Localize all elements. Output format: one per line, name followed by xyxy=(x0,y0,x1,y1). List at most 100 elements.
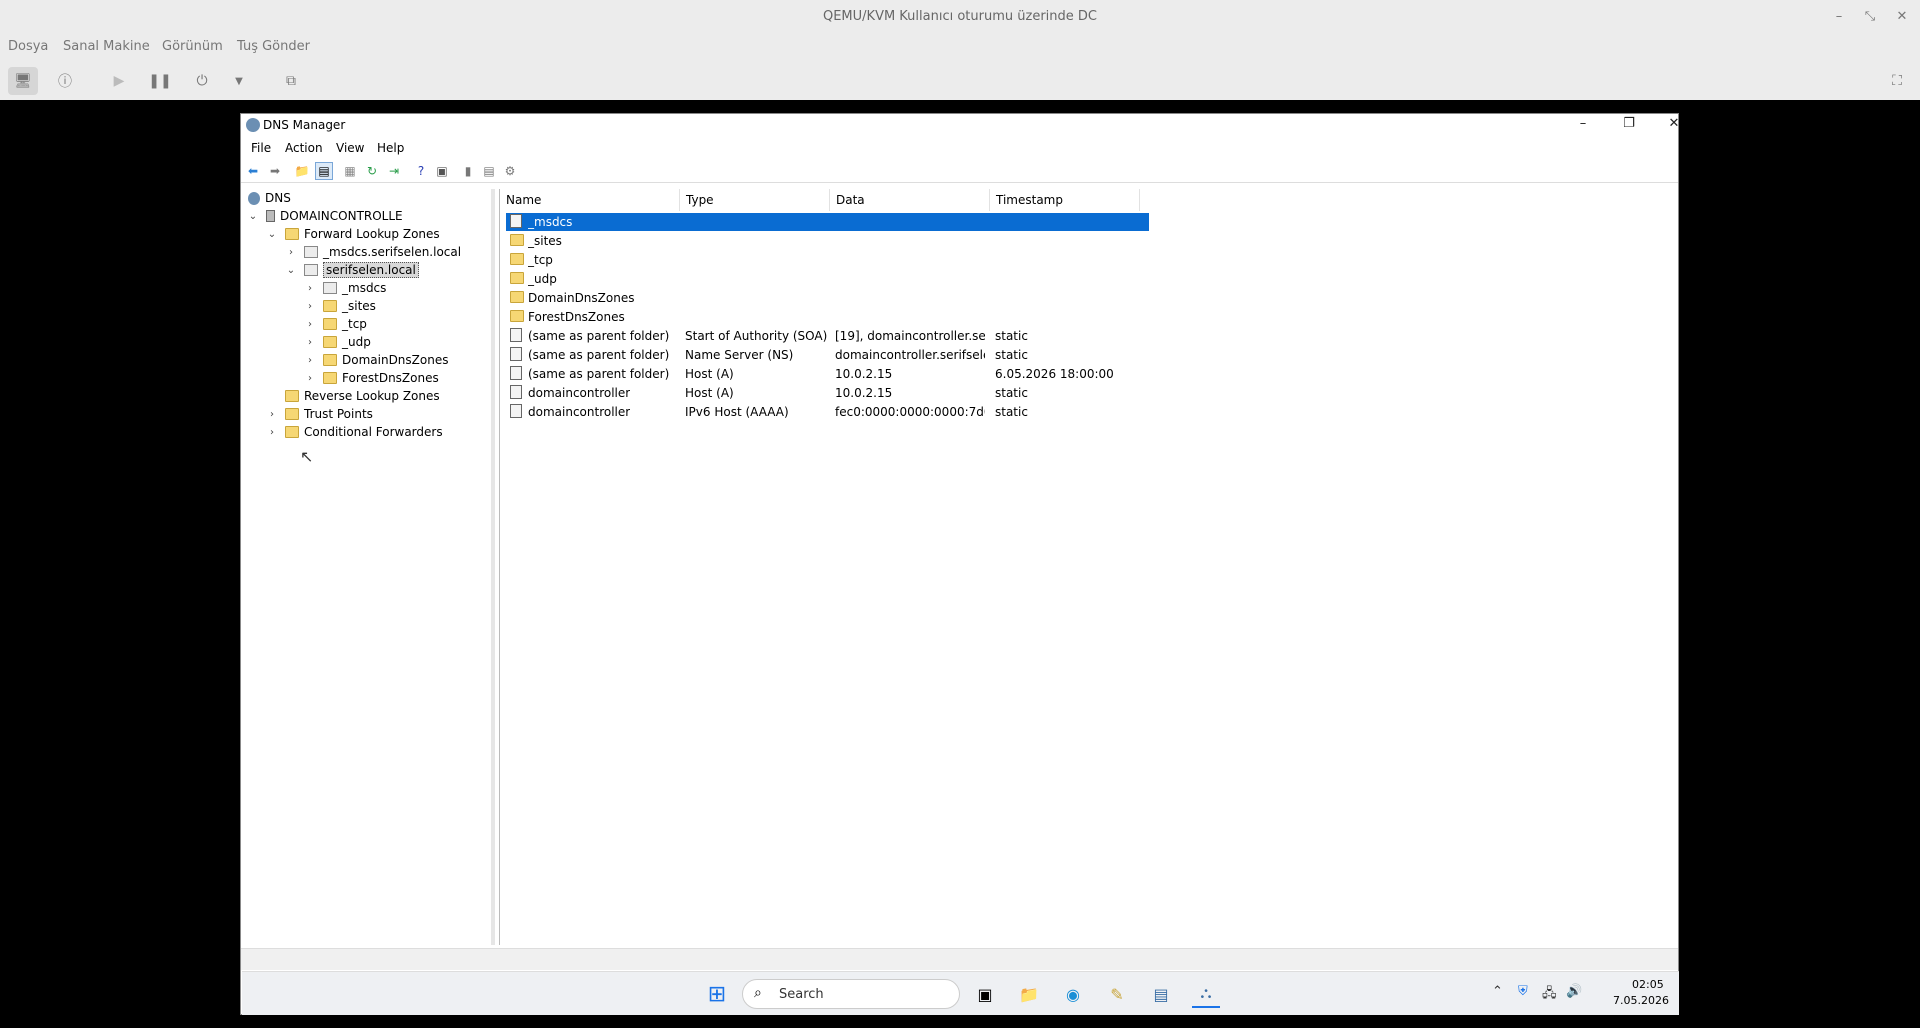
record-icon xyxy=(510,327,522,342)
minimize-icon[interactable]: – xyxy=(1829,9,1849,24)
restore-icon[interactable]: ⤡ xyxy=(1860,9,1880,24)
chevron-right-icon[interactable]: › xyxy=(266,423,278,441)
chevron-right-icon[interactable]: › xyxy=(304,279,316,297)
snapshot-icon[interactable]: ⧉ xyxy=(276,67,306,95)
export-icon[interactable]: ⇥ xyxy=(385,162,403,180)
security-icon[interactable]: ⛨ xyxy=(1518,984,1528,999)
chevron-down-icon[interactable]: ⌄ xyxy=(285,261,297,279)
host-menu-sanal-makine[interactable]: Sanal Makine xyxy=(63,39,150,54)
chevron-up-icon[interactable]: ⌃ xyxy=(1492,984,1503,999)
settings-icon[interactable]: ⚙ xyxy=(501,162,519,180)
table-row[interactable]: DomainDnsZones xyxy=(506,289,1149,307)
table-row[interactable]: domaincontroller Host (A) 10.0.2.15 stat… xyxy=(506,384,1149,402)
table-row[interactable]: (same as parent folder) Host (A) 10.0.2.… xyxy=(506,365,1149,383)
table-row[interactable]: (same as parent folder) Name Server (NS)… xyxy=(506,346,1149,364)
back-icon[interactable]: ⬅ xyxy=(244,162,262,180)
table-row[interactable]: _udp xyxy=(506,270,1149,288)
properties-icon[interactable]: ▦ xyxy=(341,162,359,180)
tree-item-server[interactable]: DOMAINCONTROLLE xyxy=(266,207,403,225)
clock-time[interactable]: 02:05 xyxy=(1632,978,1664,991)
menu-action[interactable]: Action xyxy=(285,141,323,155)
folder-icon xyxy=(510,271,524,284)
chevron-down-icon[interactable]: ▼ xyxy=(224,67,254,95)
clock-date[interactable]: 7.05.2026 xyxy=(1613,994,1669,1007)
server-icon[interactable]: ▮ xyxy=(459,162,477,180)
start-icon[interactable]: ⊞ xyxy=(703,980,731,1008)
network-icon[interactable]: 🖧 xyxy=(1542,984,1557,1006)
chevron-down-icon[interactable]: ⌄ xyxy=(266,225,278,243)
tree-item-domaindnszones[interactable]: DomainDnsZones xyxy=(323,351,448,369)
tree-item-reverse-lookup-zones[interactable]: Reverse Lookup Zones xyxy=(285,387,440,405)
console-icon[interactable]: ▣ xyxy=(433,162,451,180)
menu-view[interactable]: View xyxy=(336,141,364,155)
task-view-icon[interactable]: ▣ xyxy=(971,980,999,1008)
screen-icon[interactable]: 🖥 xyxy=(8,67,38,95)
show-tree-icon[interactable]: ▤ xyxy=(315,162,333,180)
tree-item-udp[interactable]: _udp xyxy=(323,333,371,351)
tree-item-dns[interactable]: DNS xyxy=(248,189,291,207)
tools-icon[interactable]: ✎ xyxy=(1103,980,1131,1008)
close-icon[interactable]: ✕ xyxy=(1892,9,1912,24)
table-row[interactable]: _msdcs xyxy=(506,213,1149,231)
column-header-data[interactable]: Data xyxy=(830,189,990,211)
table-row[interactable]: ForestDnsZones xyxy=(506,308,1149,326)
column-header-name[interactable]: Name xyxy=(500,189,680,211)
tree-item-tcp[interactable]: _tcp xyxy=(323,315,367,333)
list-icon[interactable]: ▤ xyxy=(480,162,498,180)
file-explorer-icon[interactable]: 📁 xyxy=(1015,980,1043,1008)
tree-item-msdcs-zone[interactable]: _msdcs.serifselen.local xyxy=(304,243,461,261)
minimize-icon[interactable]: – xyxy=(1563,116,1603,136)
pause-icon[interactable]: ❚❚ xyxy=(145,67,175,95)
folder-icon xyxy=(510,290,524,303)
help-icon[interactable]: ? xyxy=(412,162,430,180)
menu-help[interactable]: Help xyxy=(377,141,404,155)
edge-icon[interactable]: ◉ xyxy=(1059,980,1087,1008)
folder-icon xyxy=(285,390,299,402)
chevron-right-icon[interactable]: › xyxy=(304,315,316,333)
tree-item-conditional-forwarders[interactable]: Conditional Forwarders xyxy=(285,423,443,441)
record-icon xyxy=(510,365,522,380)
play-icon[interactable]: ▶ xyxy=(104,67,134,95)
chevron-down-icon[interactable]: ⌄ xyxy=(247,207,259,225)
refresh-icon[interactable]: ↻ xyxy=(363,162,381,180)
table-row[interactable]: (same as parent folder) Start of Authori… xyxy=(506,327,1149,345)
status-bar xyxy=(241,948,1678,970)
chevron-right-icon[interactable]: › xyxy=(304,297,316,315)
tree-item-msdcs[interactable]: _msdcs xyxy=(323,279,386,297)
up-folder-icon[interactable]: 📁 xyxy=(293,162,311,180)
chevron-right-icon[interactable]: › xyxy=(304,369,316,387)
dns-manager-taskbar-icon[interactable]: ⛬ xyxy=(1192,980,1220,1008)
table-row[interactable]: _sites xyxy=(506,232,1149,250)
info-icon[interactable]: ⓘ xyxy=(50,67,80,95)
record-icon xyxy=(510,403,522,418)
tree-item-sites[interactable]: _sites xyxy=(323,297,376,315)
tree-item-serifselen-local[interactable]: serifselen.local xyxy=(304,261,419,279)
chevron-right-icon[interactable]: › xyxy=(285,243,297,261)
table-row[interactable]: domaincontroller IPv6 Host (AAAA) fec0:0… xyxy=(506,403,1149,421)
search-icon: ⌕ xyxy=(754,985,762,1001)
menu-file[interactable]: File xyxy=(251,141,271,155)
forward-icon[interactable]: ➡ xyxy=(266,162,284,180)
search-box[interactable]: ⌕ Search xyxy=(742,979,960,1009)
chevron-right-icon[interactable]: › xyxy=(266,405,278,423)
tree-item-trust-points[interactable]: Trust Points xyxy=(285,405,373,423)
table-row[interactable]: _tcp xyxy=(506,251,1149,269)
host-menu-gorunum[interactable]: Görünüm xyxy=(162,39,223,54)
folder-icon xyxy=(323,300,337,312)
column-header-type[interactable]: Type xyxy=(680,189,830,211)
chevron-right-icon[interactable]: › xyxy=(304,351,316,369)
maximize-icon[interactable]: ❐ xyxy=(1609,116,1649,136)
column-header-timestamp[interactable]: Timestamp xyxy=(990,189,1140,211)
server-manager-icon[interactable]: ▤ xyxy=(1147,980,1175,1008)
chevron-right-icon[interactable]: › xyxy=(304,333,316,351)
fullscreen-icon[interactable]: ⛶ xyxy=(1882,67,1912,95)
tree-item-forestdnszones[interactable]: ForestDnsZones xyxy=(323,369,439,387)
folder-icon xyxy=(510,252,524,265)
record-icon xyxy=(510,346,522,361)
tree-item-forward-lookup-zones[interactable]: Forward Lookup Zones xyxy=(285,225,440,243)
volume-icon[interactable]: 🔊 xyxy=(1566,984,1582,999)
host-menu-tus-gonder[interactable]: Tuş Gönder xyxy=(237,39,310,54)
host-menu-dosya[interactable]: Dosya xyxy=(8,39,48,54)
power-icon[interactable]: ⏻ xyxy=(187,67,217,95)
close-icon[interactable]: ✕ xyxy=(1654,116,1694,136)
